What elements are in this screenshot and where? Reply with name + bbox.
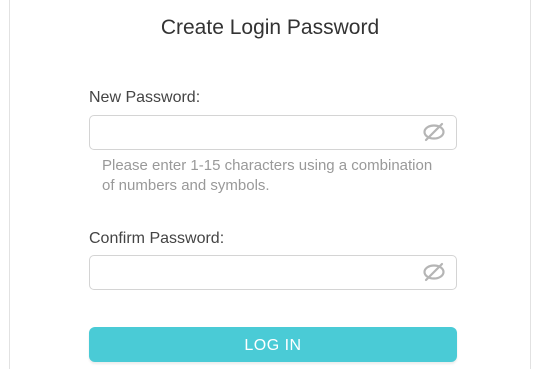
- login-password-card: Create Login Password New Password: Plea…: [9, 0, 531, 369]
- password-hint: Please enter 1-15 characters using a com…: [102, 157, 433, 194]
- confirm-password-input[interactable]: [100, 256, 424, 289]
- eye-slash-icon[interactable]: [422, 122, 446, 142]
- new-password-input[interactable]: [100, 116, 424, 149]
- confirm-password-field[interactable]: [89, 255, 457, 290]
- new-password-label: New Password:: [89, 89, 201, 106]
- login-button[interactable]: LOG IN: [89, 327, 457, 362]
- confirm-password-label: Confirm Password:: [89, 230, 225, 247]
- eye-slash-icon[interactable]: [422, 262, 446, 282]
- page-title: Create Login Password: [160, 16, 380, 39]
- new-password-field[interactable]: [89, 115, 457, 150]
